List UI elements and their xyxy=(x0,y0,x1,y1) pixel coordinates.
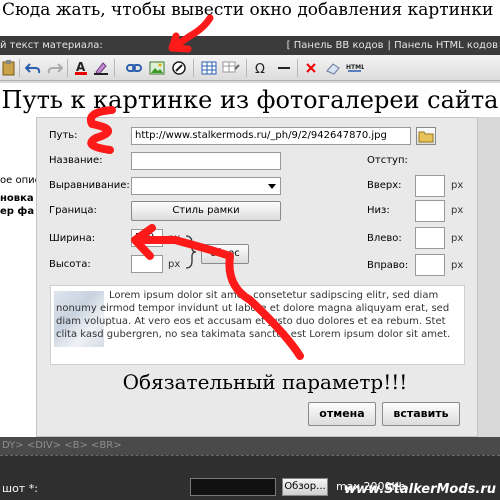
border-label: Граница: xyxy=(49,205,97,216)
margin-bottom-label: Низ: xyxy=(367,205,390,216)
name-label: Название: xyxy=(49,155,103,166)
brace-icon xyxy=(184,234,198,273)
margin-left-label: Влево: xyxy=(367,233,402,244)
editor-header-title: й текст материала: xyxy=(0,40,103,51)
indent-label: Отступ: xyxy=(367,155,408,166)
margin-right-unit: px xyxy=(451,260,464,271)
editor-text-fragment: новка xyxy=(0,193,34,204)
insert-image-icon[interactable] xyxy=(148,59,166,77)
margin-top-unit: px xyxy=(451,180,464,191)
watermark: www.StalkerMods.ru xyxy=(344,482,496,497)
margin-bottom-input[interactable] xyxy=(415,200,445,222)
special-char-icon[interactable]: Ω xyxy=(252,59,270,77)
margin-left-input[interactable] xyxy=(415,227,445,249)
upload-bar: шот *: Обзор... max 2000Kb www.StalkerMo… xyxy=(0,455,500,500)
svg-text:A: A xyxy=(76,60,86,74)
margin-right-input[interactable] xyxy=(415,254,445,276)
panel-bb-link[interactable]: [ Панель BB кодов xyxy=(287,40,384,51)
panel-html-link[interactable]: | Панель HTML кодов xyxy=(388,40,498,51)
toolbar-divider xyxy=(297,59,298,77)
margin-top-label: Вверх: xyxy=(367,180,402,191)
annotation-required: Обязательный параметр!!! xyxy=(122,370,408,394)
svg-text:HTML: HTML xyxy=(346,64,364,71)
reset-button[interactable]: сброс xyxy=(201,244,249,264)
link-icon[interactable] xyxy=(125,59,143,77)
cancel-button[interactable]: отмена xyxy=(308,402,376,426)
table-icon[interactable] xyxy=(200,59,218,77)
width-input[interactable]: 500 xyxy=(131,229,163,247)
browse-folder-button[interactable] xyxy=(416,127,436,145)
toolbar-divider xyxy=(67,59,68,77)
height-input[interactable] xyxy=(131,255,163,273)
paste-icon[interactable] xyxy=(0,59,18,77)
height-unit: px xyxy=(168,259,181,270)
annotation-top: Сюда жать, чтобы вывести окно добавления… xyxy=(0,0,500,36)
insert-button[interactable]: вставить xyxy=(382,402,460,426)
remove-format-icon[interactable] xyxy=(302,59,320,77)
text-color-icon[interactable]: A xyxy=(72,59,90,77)
height-label: Высота: xyxy=(49,259,91,270)
align-label: Выравнивание: xyxy=(49,180,130,191)
html-mode-icon[interactable]: HTML xyxy=(346,59,364,77)
preview-text: Lorem ipsum dolor sit amet, consetetur s… xyxy=(56,290,451,340)
chevron-down-icon xyxy=(268,184,276,189)
width-unit: px xyxy=(168,233,181,244)
svg-text:Ω: Ω xyxy=(255,62,265,75)
name-input[interactable] xyxy=(131,152,281,170)
path-input[interactable]: http://www.stalkermods.ru/_ph/9/2/942647… xyxy=(131,127,411,145)
margin-left-unit: px xyxy=(451,233,464,244)
toolbar-divider xyxy=(19,59,20,77)
image-preview: Lorem ipsum dolor sit amet, consetetur s… xyxy=(50,285,465,365)
annotation-path: Путь к картинке из фотогалереи сайта xyxy=(0,83,500,117)
browse-button[interactable]: Обзор... xyxy=(282,478,328,496)
background-color-icon[interactable] xyxy=(92,59,110,77)
border-style-button[interactable]: Стиль рамки xyxy=(131,201,281,221)
align-select[interactable] xyxy=(131,177,281,195)
panel-links: [ Панель BB кодов | Панель HTML кодов xyxy=(283,36,498,55)
redo-icon[interactable] xyxy=(46,59,64,77)
editor-text-fragment: ое опис xyxy=(0,175,41,186)
undo-icon[interactable] xyxy=(24,59,42,77)
toolbar-divider xyxy=(193,59,194,77)
file-input[interactable] xyxy=(190,478,276,496)
eraser-icon[interactable] xyxy=(324,59,342,77)
editor-text-fragment: ер фа xyxy=(0,206,35,217)
path-label: Путь: xyxy=(49,130,78,141)
editor-toolbar: A Ω HTML xyxy=(0,55,500,81)
horizontal-rule-icon[interactable] xyxy=(275,59,293,77)
folder-icon xyxy=(418,131,434,143)
table-props-icon[interactable] xyxy=(222,59,240,77)
toolbar-divider xyxy=(246,59,247,77)
element-path-bar: DY> <DIV> <B> <BR> xyxy=(0,437,500,455)
anchor-icon[interactable] xyxy=(170,59,188,77)
width-label: Ширина: xyxy=(49,233,96,244)
editor-body: ое опис новка ер фа xyxy=(0,117,40,437)
editor-header: й текст материала: [ Панель BB кодов | Па… xyxy=(0,36,500,55)
margin-right-label: Вправо: xyxy=(367,260,409,271)
margin-top-input[interactable] xyxy=(415,175,445,197)
screenshot-label: шот *: xyxy=(2,482,38,495)
toolbar-divider xyxy=(114,59,115,77)
margin-bottom-unit: px xyxy=(451,205,464,216)
